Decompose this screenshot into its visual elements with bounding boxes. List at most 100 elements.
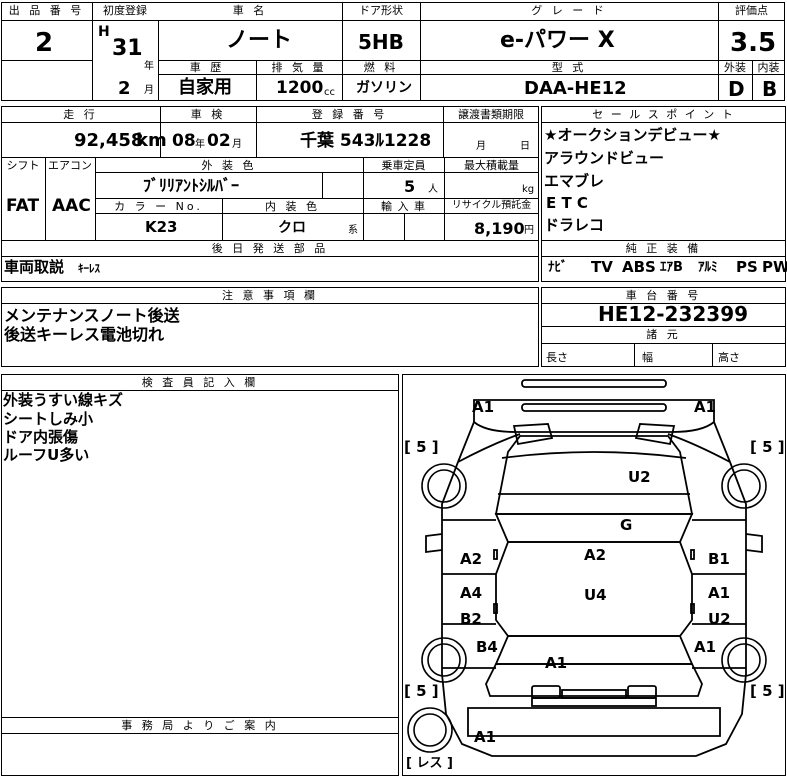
sales-point: ★オークションデビュー★ bbox=[544, 126, 721, 144]
int-color-unit: 系 bbox=[348, 225, 358, 236]
first-reg-year: 31 bbox=[112, 36, 143, 61]
office-label: 事 務 局 よ り ご 案 内 bbox=[121, 719, 279, 732]
model-label: 型 式 bbox=[551, 61, 587, 74]
exterior-label: 外装 bbox=[724, 61, 746, 74]
car-outline bbox=[407, 379, 767, 757]
recycle-label: リサイクル預託金 bbox=[451, 200, 532, 211]
damage-roof: A2 bbox=[584, 546, 607, 564]
tire-rear-right-tread: [ 5 ] bbox=[750, 682, 785, 700]
score-label: 評価点 bbox=[735, 4, 768, 17]
inspection-label: 車 検 bbox=[190, 108, 226, 121]
width-label: 幅 bbox=[642, 351, 653, 364]
note-line: 後送キーレス電池切れ bbox=[4, 325, 165, 344]
mileage-label: 走 行 bbox=[63, 108, 98, 121]
damage-front-right: A1 bbox=[694, 398, 717, 416]
tire-front-right-tread: [ 5 ] bbox=[750, 438, 785, 456]
equipment-item: PS bbox=[736, 258, 758, 276]
inspector-line: シートしみ小 bbox=[3, 410, 94, 428]
exterior-grade: D bbox=[728, 77, 745, 101]
year-unit: 年 bbox=[144, 61, 154, 72]
damage-rear-door-left-a: A4 bbox=[460, 584, 483, 602]
interior-color: クロ bbox=[278, 220, 306, 236]
chassis-label: 車 台 番 号 bbox=[625, 289, 702, 302]
color-label: 外 装 色 bbox=[201, 159, 257, 172]
inspection-year: 08 bbox=[172, 131, 196, 151]
color-no: K23 bbox=[145, 218, 178, 236]
mileage-unit: km bbox=[136, 130, 167, 151]
later-parts-manual: 車両取説 bbox=[4, 258, 65, 276]
grade: e-パワー X bbox=[500, 28, 615, 53]
later-parts-keyless: ｷｰﾚｽ bbox=[78, 262, 100, 275]
equipment-label: 純 正 装 備 bbox=[625, 242, 702, 255]
later-parts-label: 後 日 発 送 部 品 bbox=[211, 242, 329, 255]
first-reg-label: 初度登録 bbox=[103, 4, 147, 17]
sales-point: エマブレ bbox=[544, 172, 605, 190]
damage-front-door-right: B1 bbox=[708, 550, 730, 568]
ac: AAC bbox=[52, 196, 91, 216]
shift: FAT bbox=[6, 196, 40, 216]
ac-label: エアコン bbox=[48, 159, 92, 172]
note-line: メンテナンスノート後送 bbox=[4, 306, 180, 325]
transfer-day: 日 bbox=[520, 141, 530, 152]
inspector-line: ドア内張傷 bbox=[3, 428, 79, 446]
displacement-unit: cc bbox=[324, 87, 335, 98]
shift-label: シフト bbox=[6, 159, 40, 172]
sales-point: E T C bbox=[546, 194, 588, 212]
inspector-line: 外装うすい線キズ bbox=[3, 391, 124, 409]
equipment-item: TV bbox=[591, 258, 613, 276]
interior-grade: B bbox=[762, 77, 778, 101]
int-color-label: 内 装 色 bbox=[265, 200, 320, 213]
damage-front-door-left: A2 bbox=[460, 550, 483, 568]
first-reg-month: 2 bbox=[118, 78, 131, 99]
lot-no: 2 bbox=[35, 28, 54, 58]
history-label: 車 歴 bbox=[189, 61, 225, 74]
equipment-item: PW bbox=[762, 258, 787, 276]
damage-trunk: A1 bbox=[545, 654, 568, 672]
score: 3.5 bbox=[730, 28, 777, 58]
capacity-unit: 人 bbox=[428, 184, 438, 195]
height-label: 高さ bbox=[718, 351, 740, 364]
damage-rear-door-left-b: B2 bbox=[460, 610, 482, 628]
damage-quarter-left: B4 bbox=[476, 638, 498, 656]
tire-rear-left-tread: [ 5 ] bbox=[404, 682, 439, 700]
chassis-number: HE12-232399 bbox=[598, 302, 749, 326]
spare-tire-mark: [ レス ] bbox=[406, 756, 453, 771]
history: 自家用 bbox=[178, 77, 232, 98]
era: H bbox=[98, 24, 110, 40]
inspector-line: ルーフU多い bbox=[3, 446, 90, 464]
interior-label: 内装 bbox=[757, 61, 780, 74]
insp-year-unit: 年 bbox=[195, 139, 205, 150]
damage-rear-door-right-a: A1 bbox=[708, 584, 731, 602]
door-type: 5HB bbox=[358, 30, 404, 54]
damage-rear-door-right-b: U2 bbox=[708, 610, 731, 628]
displacement-label: 排 気 量 bbox=[271, 61, 327, 74]
grade-label: グ レ ー ド bbox=[531, 4, 607, 17]
inspector-label: 検 査 員 記 入 欄 bbox=[141, 376, 259, 389]
damage-hood: U2 bbox=[628, 468, 651, 486]
lot-no-label: 出 品 番 号 bbox=[8, 4, 85, 17]
sales-points-label: セ ー ル ス ポ イ ン ト bbox=[592, 108, 735, 121]
equipment-item: ﾅﾋﾞ bbox=[548, 260, 568, 275]
damage-roof-lower: U4 bbox=[584, 586, 607, 604]
sales-point: アラウンドビュー bbox=[544, 149, 665, 167]
notes-label: 注 意 事 項 欄 bbox=[222, 289, 318, 302]
mileage: 92,458 bbox=[74, 130, 144, 151]
import-label: 輸 入 車 bbox=[381, 200, 426, 213]
equipment-item: ABS bbox=[622, 258, 656, 276]
damage-rear-bumper: A1 bbox=[474, 728, 497, 746]
car-name: ノート bbox=[226, 28, 293, 53]
equipment-item: ｱﾙﾐ bbox=[698, 260, 718, 275]
load-unit: kg bbox=[522, 184, 535, 195]
reg-no-label: 登 録 番 号 bbox=[311, 108, 388, 121]
insp-month-unit: 月 bbox=[232, 139, 242, 150]
damage-windshield: G bbox=[620, 516, 633, 534]
displacement: 1200 bbox=[276, 78, 324, 98]
damage-front-left: A1 bbox=[472, 398, 495, 416]
fuel-label: 燃 料 bbox=[363, 61, 399, 74]
length-label: 長さ bbox=[546, 351, 568, 364]
reg-no: 千葉 543ﾙ1228 bbox=[300, 131, 432, 151]
car-name-label: 車 名 bbox=[232, 4, 268, 17]
month-unit: 月 bbox=[144, 85, 154, 96]
dims-label: 諸 元 bbox=[646, 328, 681, 341]
model: DAA-HE12 bbox=[524, 78, 627, 99]
